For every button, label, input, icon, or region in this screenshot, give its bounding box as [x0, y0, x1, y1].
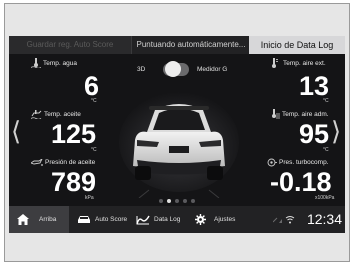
tab-start-data-log[interactable]: Inicio de Data Log	[249, 36, 345, 54]
water-temp-value: 6	[84, 71, 100, 101]
intake-temp-icon	[272, 109, 280, 119]
data-log-icon	[136, 215, 150, 224]
oil-temp-value: 125	[51, 119, 97, 149]
nav-data-log-button[interactable]: Data Log	[136, 206, 180, 233]
next-page-arrow-icon[interactable]: ⟩	[331, 118, 341, 144]
intake-temp-unit: °C	[323, 147, 329, 153]
clock: 12:34	[306, 211, 342, 227]
outside-temp-unit: °C	[323, 98, 329, 104]
top-tab-bar: Guardar reg. Auto Score Puntuando automá…	[9, 36, 345, 54]
oil-pressure-unit: kPa	[85, 195, 94, 201]
page-dot-active[interactable]	[167, 199, 171, 203]
toggle-label-3d: 3D	[137, 66, 146, 73]
car-rear-view-image	[119, 92, 239, 198]
tab-save-auto-score[interactable]: Guardar reg. Auto Score	[9, 36, 131, 54]
nav-auto-score-label: Auto Score	[95, 216, 128, 223]
turbo-pressure-label: Pres. turbocomp.	[279, 159, 329, 166]
water-temp-unit: °C	[91, 98, 97, 104]
nav-settings-label: Ajustes	[214, 216, 236, 223]
signal-wifi-icon	[272, 216, 295, 224]
page-dot[interactable]	[159, 199, 163, 203]
page-dot[interactable]	[175, 199, 179, 203]
water-temp-label: Temp. agua	[43, 60, 77, 67]
oil-pressure-label: Presión de aceite	[45, 159, 96, 166]
nav-data-log-label: Data Log	[154, 216, 181, 223]
previous-page-arrow-icon[interactable]: ⟨	[11, 118, 21, 144]
nav-settings-button[interactable]: Ajustes	[195, 206, 235, 233]
car-icon	[78, 216, 90, 223]
intake-temp-label: Temp. aire adm.	[282, 111, 329, 118]
nav-home-label: Arriba	[39, 216, 57, 223]
outside-temp-value: 13	[299, 71, 330, 101]
page-indicator	[159, 199, 199, 205]
outside-temp-label: Temp. aire ext.	[283, 60, 326, 67]
display-screen: Guardar reg. Auto Score Puntuando automá…	[9, 36, 345, 233]
nav-home-button[interactable]: Arriba	[9, 206, 69, 233]
oil-temp-unit: °C	[91, 147, 97, 153]
nav-auto-score-button[interactable]: Auto Score	[77, 206, 127, 233]
outside-temp-icon	[272, 58, 278, 68]
page-dot[interactable]	[191, 199, 195, 203]
page-dot[interactable]	[183, 199, 187, 203]
bottom-nav-bar: Arriba Auto Score Data Log Ajustes 12:34	[9, 206, 345, 233]
turbo-pressure-value: -0.18	[270, 167, 332, 197]
status-icons	[272, 215, 295, 226]
oil-temp-icon	[31, 110, 42, 119]
water-temp-icon	[31, 58, 41, 68]
toggle-label-g-meter: Medidor G	[197, 66, 228, 73]
view-toggle[interactable]: 3D Medidor G	[131, 60, 251, 78]
gear-icon	[195, 214, 206, 225]
toggle-knob[interactable]	[165, 61, 181, 77]
oil-temp-label: Temp. aceite	[44, 111, 81, 118]
home-icon	[17, 214, 29, 225]
turbo-icon	[267, 158, 277, 167]
tab-auto-scoring[interactable]: Puntuando automáticamente...	[131, 36, 250, 54]
turbo-pressure-unit: x100kPa	[315, 195, 335, 201]
oil-pressure-icon	[31, 159, 43, 166]
oil-pressure-value: 789	[51, 167, 97, 197]
intake-temp-value: 95	[299, 119, 330, 149]
